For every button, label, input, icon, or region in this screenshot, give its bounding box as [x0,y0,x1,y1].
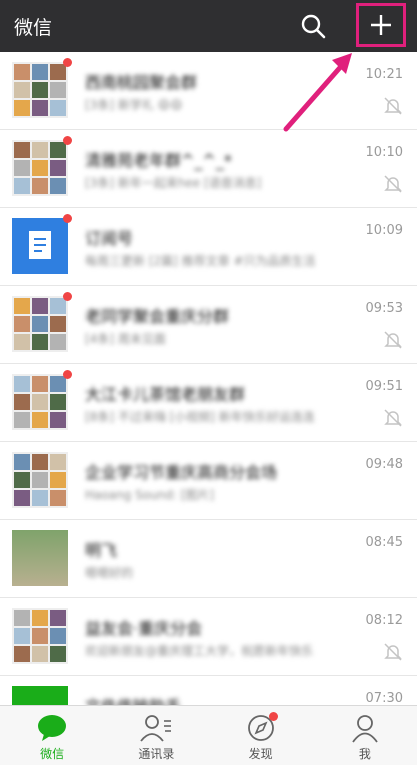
chat-preview: [4条] 周末见面 [85,332,166,346]
avatar [12,452,68,508]
avatar [12,292,72,352]
chat-row[interactable]: 清雅苑老年群^_^_* [3条] 新年一起来hee [语音消息] 10:10 [0,130,417,208]
chat-preview: Haoang Sound: [图片] [85,488,215,502]
chat-time: 10:21 [365,67,403,82]
chat-time: 10:10 [365,145,403,160]
chat-name: 明飞 [85,541,118,560]
avatar [12,214,72,274]
chat-time: 09:53 [365,301,403,316]
chat-time: 09:51 [365,379,403,394]
chat-time: 08:12 [365,613,403,628]
chat-bubble-icon [38,715,67,741]
plus-icon [371,15,391,35]
muted-bell-icon [383,408,403,428]
avatar [12,136,72,196]
search-icon[interactable] [297,10,329,42]
tab-me[interactable]: 我 [313,706,417,765]
chat-row[interactable]: 订阅号每周三更新 [2篇] 推荐文章 #只为品质生活 10:09 [0,208,417,286]
bottom-tab-bar: 微信 通讯录 发现 我 [0,705,417,765]
chat-name: 订阅号 [85,229,134,248]
chat-row[interactable]: 西南桃园聚会群 [3条] 新学礼 😄😄 10:21 [0,52,417,130]
unread-dot [63,58,72,67]
tab-label: 发现 [248,747,273,761]
chat-list: 西南桃园聚会群 [3条] 新学礼 😄😄 10:21 清雅苑老年群^_^_* [3条] 新… [0,52,417,754]
chat-row[interactable]: 大江卡儿茶馆老朋友群 [8条] 不过来嗨 [小视频] 新年快乐好运连连 09:51 [0,364,417,442]
top-bar: 微信 [0,0,417,52]
avatar [12,530,68,586]
chat-time: 08:45 [365,535,403,550]
chat-name: 企业学习节重庆高商分会场 [85,463,278,482]
contacts-icon [140,715,172,742]
chat-preview: [3条] 新年一起来hee [语音消息] [85,176,262,190]
tab-label: 我 [358,747,371,761]
muted-bell-icon [383,174,403,194]
chat-row[interactable]: 老同学聚会重庆分群 [4条] 周末见面 09:53 [0,286,417,364]
unread-dot [63,370,72,379]
chat-time: 07:30 [365,691,403,706]
chat-preview: [8条] 不过来嗨 [小视频] 新年快乐好运连连 [85,410,315,424]
chat-name: 益友会·重庆分会 [85,619,203,638]
chat-preview: 每周三更新 [2篇] 推荐文章 #只为品质生活 [85,254,316,268]
tab-contacts[interactable]: 通讯录 [104,706,208,765]
chat-row[interactable]: 益友会·重庆分会欢迎新朋友@重庆理工大学，祝愿新年快乐 08:12 [0,598,417,676]
add-button[interactable] [356,3,406,47]
chat-name: 西南桃园聚会群 [85,73,198,92]
avatar [12,370,72,430]
unread-dot [63,136,72,145]
tab-discover[interactable]: 发现 [209,706,313,765]
app-title: 微信 [14,17,53,39]
tab-label: 通讯录 [138,747,175,761]
chat-preview: 欢迎新朋友@重庆理工大学，祝愿新年快乐 [85,644,314,658]
muted-bell-icon [383,96,403,116]
unread-dot [63,214,72,223]
avatar [12,608,68,664]
chat-row[interactable]: 明飞嗯嗯好的 08:45 [0,520,417,598]
tab-label: 微信 [40,747,65,761]
chat-time: 10:09 [365,223,403,238]
chat-name: 大江卡儿茶馆老朋友群 [85,385,246,404]
unread-dot [268,712,278,721]
person-icon [352,715,378,743]
chat-name: 老同学聚会重庆分群 [85,307,230,326]
chat-preview: [3条] 新学礼 😄😄 [85,98,183,112]
chat-row[interactable]: 企业学习节重庆高商分会场 Haoang Sound: [图片] 09:48 [0,442,417,520]
unread-dot [63,292,72,301]
muted-bell-icon [383,330,403,350]
chat-time: 09:48 [365,457,403,472]
chat-preview: 嗯嗯好的 [85,566,134,580]
tab-chats[interactable]: 微信 [0,706,104,765]
chat-name: 清雅苑老年群^_^_* [85,151,232,170]
muted-bell-icon [383,642,403,662]
avatar [12,58,72,118]
